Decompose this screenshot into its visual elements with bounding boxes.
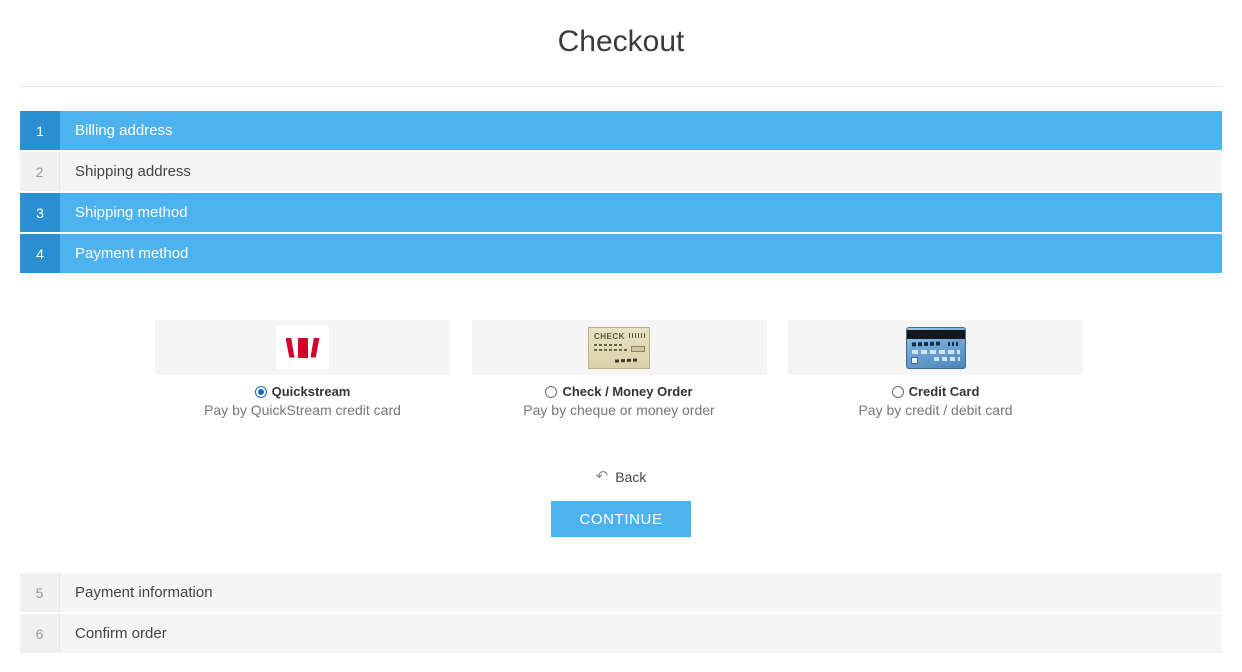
step-label: Shipping method <box>60 193 1222 232</box>
undo-arrow-icon: ↶ <box>595 468 609 485</box>
checkout-steps-bottom: 5 Payment information 6 Confirm order <box>20 573 1222 653</box>
payment-option-thumbnail <box>788 320 1083 375</box>
step-row-shipping-address[interactable]: 2 Shipping address <box>20 152 1222 191</box>
page-title: Checkout <box>557 25 685 58</box>
check-image-icon: CHECK <box>588 326 650 369</box>
payment-option-thumbnail <box>155 320 450 375</box>
step-row-billing-address[interactable]: 1 Billing address <box>20 111 1222 150</box>
back-label: Back <box>615 468 647 485</box>
step-number: 1 <box>20 111 60 150</box>
step-number: 5 <box>20 573 60 612</box>
payment-option-choice[interactable]: Check / Money Order <box>472 384 767 399</box>
continue-button[interactable]: CONTINUE <box>551 501 691 537</box>
credit-card-image-icon <box>905 326 966 369</box>
payment-option-label: Credit Card <box>908 384 980 399</box>
payment-option-credit-card[interactable]: Credit Card Pay by credit / debit card <box>788 320 1083 418</box>
payment-option-choice[interactable]: Credit Card <box>788 384 1083 399</box>
payment-option-label: Check / Money Order <box>562 384 693 399</box>
payment-option-thumbnail: CHECK <box>471 320 767 375</box>
step-number: 2 <box>20 152 60 191</box>
payment-option-description: Pay by credit / debit card <box>858 402 1013 418</box>
card-holder-name <box>911 341 940 346</box>
payment-method-options: Quickstream Pay by QuickStream credit ca… <box>155 320 1083 418</box>
card-number-row <box>933 356 960 361</box>
payment-option-description: Pay by QuickStream credit card <box>204 402 401 418</box>
step-row-payment-method[interactable]: 4 Payment method <box>20 234 1222 273</box>
step-number: 3 <box>20 193 60 232</box>
payment-option-check-money-order[interactable]: CHECK Check / Money Order Pay by cheque … <box>471 320 767 418</box>
payment-option-quickstream[interactable]: Quickstream Pay by QuickStream credit ca… <box>155 320 450 418</box>
westpac-w-mark <box>285 337 320 358</box>
step-row-confirm-order[interactable]: 6 Confirm order <box>20 614 1222 653</box>
card-dots <box>947 341 960 346</box>
card-chip <box>910 356 918 364</box>
card-number-row <box>911 349 960 354</box>
radio-check-money-order[interactable] <box>545 385 558 398</box>
check-number-marks <box>629 332 645 338</box>
header-divider <box>20 86 1222 87</box>
step-label: Billing address <box>60 111 1222 150</box>
step-row-shipping-method[interactable]: 3 Shipping method <box>20 193 1222 232</box>
check-word: CHECK <box>594 331 625 341</box>
step-label: Payment method <box>60 234 1222 273</box>
radio-quickstream[interactable] <box>254 385 267 398</box>
back-link[interactable]: ↶ Back <box>596 469 647 485</box>
step-number: 4 <box>20 234 60 273</box>
westpac-quickstream-logo-icon <box>276 326 329 369</box>
payment-option-description: Pay by cheque or money order <box>523 402 715 418</box>
step-row-payment-information[interactable]: 5 Payment information <box>20 573 1222 612</box>
checkout-steps-top: 1 Billing address 2 Shipping address 3 S… <box>20 111 1222 273</box>
page-header: Checkout <box>0 0 1242 62</box>
step-number: 6 <box>20 614 60 653</box>
check-line <box>594 343 624 346</box>
step-label: Payment information <box>60 573 1222 612</box>
card-magnetic-stripe <box>906 329 965 339</box>
checkout-page: Checkout 1 Billing address 2 Shipping ad… <box>0 0 1242 672</box>
payment-option-choice[interactable]: Quickstream <box>155 384 450 399</box>
payment-option-label: Quickstream <box>271 384 351 399</box>
form-actions: ↶ Back CONTINUE <box>0 468 1242 537</box>
step-label: Confirm order <box>60 614 1222 653</box>
check-signature <box>614 357 640 363</box>
step-label: Shipping address <box>60 152 1222 191</box>
radio-credit-card[interactable] <box>891 385 904 398</box>
check-line <box>594 348 628 351</box>
check-amount-box <box>631 345 645 352</box>
